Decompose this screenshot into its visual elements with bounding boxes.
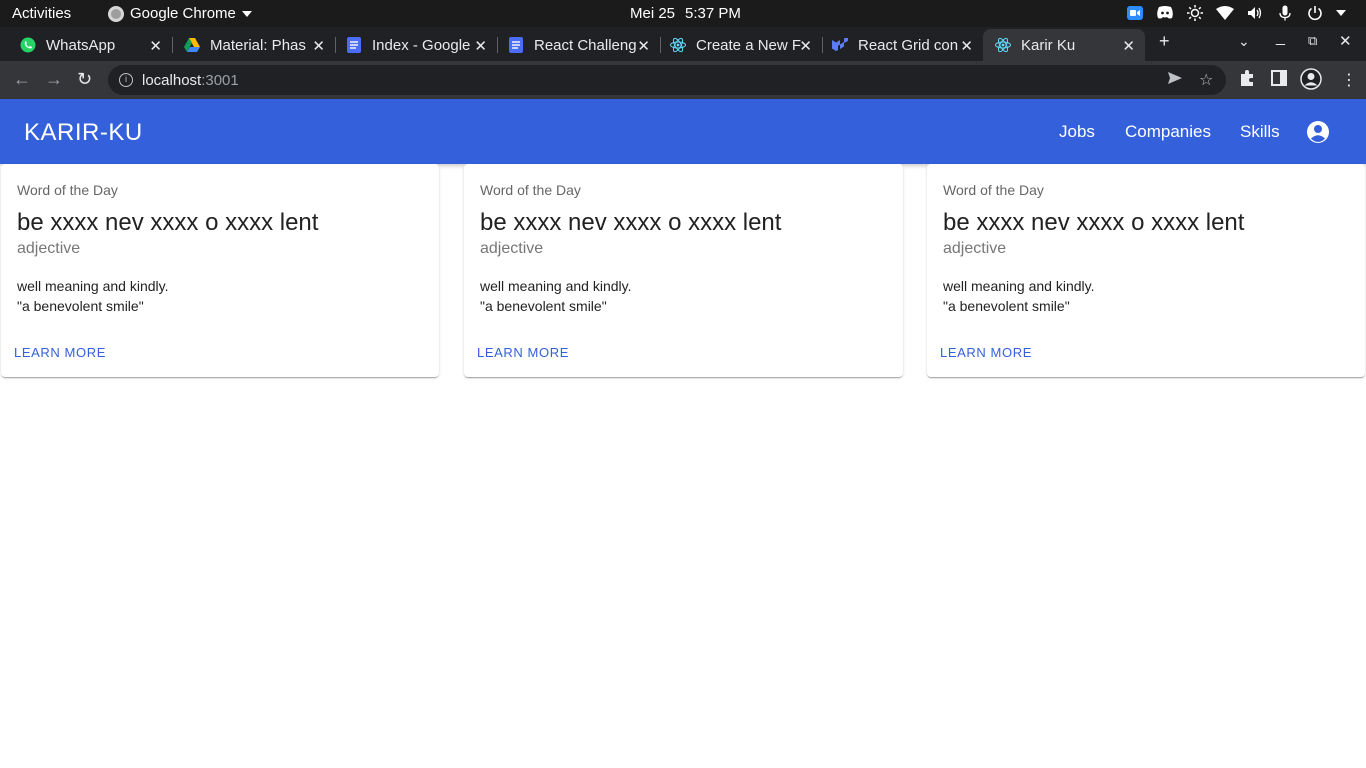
profile-avatar-icon[interactable] xyxy=(1300,68,1322,95)
card-definition-block: well meaning and kindly. "a benevolent s… xyxy=(943,276,1095,316)
side-panel-icon[interactable] xyxy=(1271,70,1287,91)
app-header: KARIR-KU Jobs Companies Skills xyxy=(0,99,1366,164)
whatsapp-icon xyxy=(20,37,36,53)
tab-create-new[interactable]: Create a New F ✕ xyxy=(661,29,822,61)
card-overline: Word of the Day xyxy=(17,182,118,198)
card-definition: well meaning and kindly. xyxy=(17,278,169,294)
nav-companies[interactable]: Companies xyxy=(1125,122,1211,142)
google-docs-icon xyxy=(508,37,524,53)
zoom-icon[interactable] xyxy=(1126,4,1144,22)
bookmark-star-icon[interactable]: ☆ xyxy=(1199,70,1213,90)
card-part-of-speech: adjective xyxy=(943,240,1007,257)
volume-icon[interactable] xyxy=(1246,4,1264,22)
card-overline: Word of the Day xyxy=(480,182,581,198)
caret-down-icon xyxy=(241,10,252,17)
card-part-of-speech: adjective xyxy=(17,240,81,257)
tab-react-grid[interactable]: React Grid con ✕ xyxy=(823,29,983,61)
new-tab-icon[interactable]: + xyxy=(1159,31,1170,52)
google-drive-icon xyxy=(184,37,200,53)
nav-skills[interactable]: Skills xyxy=(1240,122,1280,142)
wifi-icon[interactable] xyxy=(1216,4,1234,22)
card-overline: Word of the Day xyxy=(943,182,1044,198)
url-port: :3001 xyxy=(201,72,239,89)
card-definition: well meaning and kindly. xyxy=(480,278,632,294)
word-card: Word of the Day be xxxx nev xxxx o xxxx … xyxy=(464,164,903,377)
tab-search-icon[interactable]: ⌄ xyxy=(1238,33,1250,50)
tab-index-google[interactable]: Index - Google ✕ xyxy=(336,29,497,61)
close-icon[interactable]: ✕ xyxy=(637,37,650,55)
brand-logo[interactable]: KARIR-KU xyxy=(24,119,143,147)
power-icon[interactable] xyxy=(1306,4,1324,22)
tab-react-challenge[interactable]: React Challeng ✕ xyxy=(498,29,660,61)
url-text[interactable]: localhost:3001 xyxy=(142,72,239,89)
close-icon[interactable]: ✕ xyxy=(1122,37,1135,55)
tab-material-phas[interactable]: Material: Phas ✕ xyxy=(173,29,335,61)
tab-whatsapp[interactable]: WhatsApp ✕ xyxy=(0,29,172,61)
google-docs-icon xyxy=(346,37,362,53)
close-icon[interactable]: ✕ xyxy=(960,37,973,55)
send-icon[interactable] xyxy=(1167,70,1183,91)
react-icon xyxy=(995,37,1011,53)
card-definition: well meaning and kindly. xyxy=(943,278,1095,294)
minimize-icon[interactable]: _ xyxy=(1276,29,1285,47)
forward-icon[interactable]: → xyxy=(45,69,63,90)
chrome-icon xyxy=(108,5,124,22)
learn-more-button[interactable]: LEARN MORE xyxy=(14,345,106,360)
app-menu-label: Google Chrome xyxy=(130,5,236,22)
reload-icon[interactable]: ↻ xyxy=(77,69,92,90)
restore-icon[interactable]: ⧉ xyxy=(1308,33,1317,49)
tab-strip: WhatsApp ✕ Material: Phas ✕ Index - Goog… xyxy=(0,27,1366,61)
card-definition-block: well meaning and kindly. "a benevolent s… xyxy=(17,276,169,316)
card-word: be xxxx nev xxxx o xxxx lent xyxy=(17,209,319,236)
brightness-icon[interactable] xyxy=(1186,4,1204,22)
discord-icon[interactable] xyxy=(1156,4,1174,22)
react-icon xyxy=(670,37,686,53)
close-icon[interactable]: ✕ xyxy=(149,37,162,55)
word-card: Word of the Day be xxxx nev xxxx o xxxx … xyxy=(927,164,1365,377)
caret-down-icon[interactable] xyxy=(1336,10,1346,16)
microphone-icon[interactable] xyxy=(1276,4,1294,22)
system-tray[interactable] xyxy=(1126,4,1346,22)
word-card: Word of the Day be xxxx nev xxxx o xxxx … xyxy=(1,164,439,377)
account-circle-icon[interactable] xyxy=(1306,120,1330,144)
close-icon[interactable]: ✕ xyxy=(312,37,325,55)
learn-more-button[interactable]: LEARN MORE xyxy=(940,345,1032,360)
site-info-icon[interactable]: i xyxy=(119,73,133,87)
card-part-of-speech: adjective xyxy=(480,240,544,257)
card-example: "a benevolent smile" xyxy=(480,298,607,314)
card-word: be xxxx nev xxxx o xxxx lent xyxy=(943,209,1245,236)
mui-icon xyxy=(832,37,848,53)
browser-toolbar: ← → ↻ i localhost:3001 ☆ ⋮ xyxy=(0,61,1366,99)
card-example: "a benevolent smile" xyxy=(17,298,144,314)
card-example: "a benevolent smile" xyxy=(943,298,1070,314)
nav-jobs[interactable]: Jobs xyxy=(1059,122,1095,142)
back-icon[interactable]: ← xyxy=(13,69,31,90)
tab-karir-ku[interactable]: Karir Ku ✕ xyxy=(983,29,1145,61)
learn-more-button[interactable]: LEARN MORE xyxy=(477,345,569,360)
clock-date: Mei 25 xyxy=(630,5,676,22)
close-window-icon[interactable]: ✕ xyxy=(1339,32,1352,50)
clock[interactable]: Mei 25 5:37 PM xyxy=(630,5,741,22)
extensions-icon[interactable] xyxy=(1239,70,1255,91)
app-menu[interactable]: Google Chrome xyxy=(108,5,252,22)
address-bar[interactable]: i localhost:3001 ☆ xyxy=(108,65,1226,95)
clock-time: 5:37 PM xyxy=(685,5,741,22)
system-top-bar: Activities Google Chrome Mei 25 5:37 PM xyxy=(0,0,1366,27)
close-icon[interactable]: ✕ xyxy=(799,37,812,55)
more-menu-icon[interactable]: ⋮ xyxy=(1341,70,1357,90)
activities-button[interactable]: Activities xyxy=(12,5,71,22)
card-word: be xxxx nev xxxx o xxxx lent xyxy=(480,209,782,236)
url-host: localhost xyxy=(142,72,202,89)
card-definition-block: well meaning and kindly. "a benevolent s… xyxy=(480,276,632,316)
close-icon[interactable]: ✕ xyxy=(474,37,487,55)
